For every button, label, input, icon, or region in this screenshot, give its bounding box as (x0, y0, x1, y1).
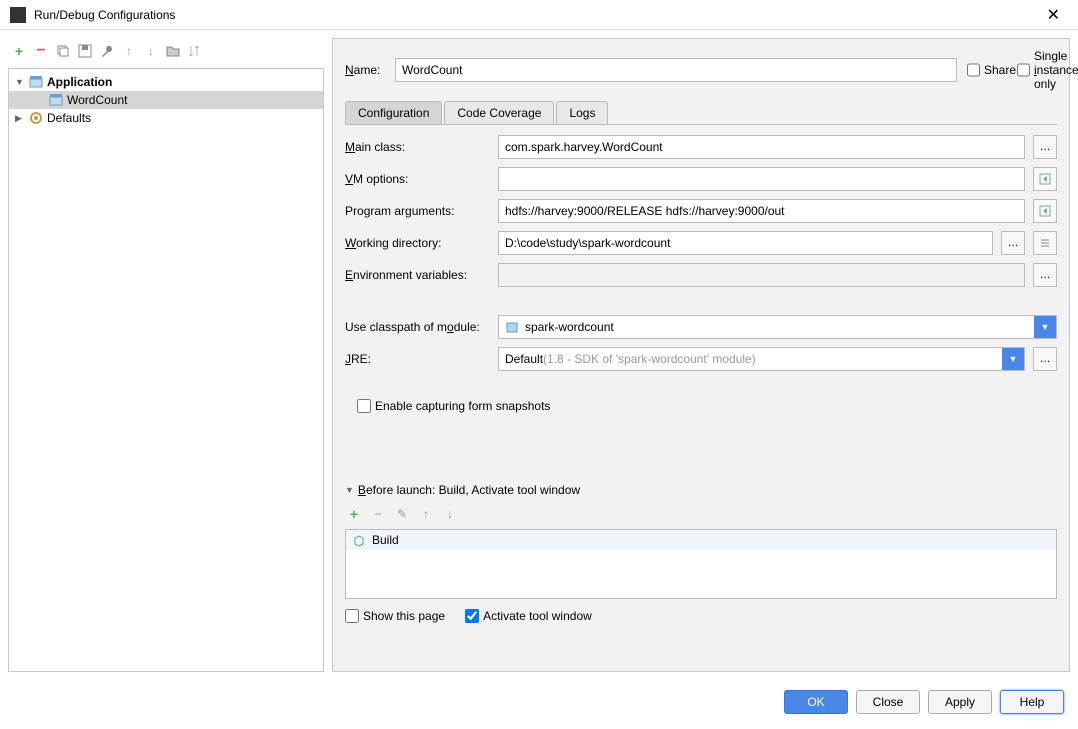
before-launch-toolbar: + − ✎ ↑ ↓ (345, 503, 1057, 529)
main-class-input[interactable] (498, 135, 1025, 159)
app-icon (10, 7, 26, 23)
snapshots-checkbox[interactable]: Enable capturing form snapshots (357, 399, 1057, 413)
expand-program-args-button[interactable] (1033, 199, 1057, 223)
module-icon (505, 320, 519, 334)
add-task-icon[interactable]: + (345, 505, 363, 523)
classpath-select[interactable]: spark-wordcount ▼ (498, 315, 1057, 339)
browse-jre-button[interactable]: … (1033, 347, 1057, 371)
remove-task-icon[interactable]: − (369, 505, 387, 523)
show-page-checkbox[interactable]: Show this page (345, 609, 445, 623)
build-icon (352, 533, 366, 547)
dialog-footer: OK Close Apply Help (0, 680, 1078, 724)
copy-config-icon[interactable] (54, 42, 72, 60)
dropdown-arrow-icon: ▼ (1034, 316, 1056, 338)
env-vars-input[interactable] (498, 263, 1025, 287)
vm-options-label: VM options: (345, 172, 490, 186)
list-working-dir-button[interactable] (1033, 231, 1057, 255)
tree-label: Defaults (47, 111, 91, 125)
single-instance-checkbox[interactable]: Single instance only (1017, 49, 1057, 91)
apply-button[interactable]: Apply (928, 690, 992, 714)
vm-options-input[interactable] (498, 167, 1025, 191)
sidebar: + − ↑ ↓ ▼ Application WordCount ▶ D (8, 38, 324, 672)
main-class-label: Main class: (345, 140, 490, 154)
tree-node-defaults[interactable]: ▶ Defaults (9, 109, 323, 127)
before-launch-list: Build (345, 529, 1057, 599)
gear-icon (29, 111, 43, 125)
browse-main-class-button[interactable]: … (1033, 135, 1057, 159)
config-form: Main class: … VM options: Program argume… (345, 135, 1057, 413)
config-panel: Name: Share Single instance only Configu… (332, 38, 1070, 672)
browse-working-dir-button[interactable]: … (1001, 231, 1025, 255)
tree-node-wordcount[interactable]: WordCount (9, 91, 323, 109)
sidebar-toolbar: + − ↑ ↓ (8, 38, 324, 68)
name-label: Name: (345, 63, 385, 77)
help-button[interactable]: Help (1000, 690, 1064, 714)
title-bar: Run/Debug Configurations ✕ (0, 0, 1078, 30)
move-down-icon[interactable]: ↓ (142, 42, 160, 60)
ok-button[interactable]: OK (784, 690, 848, 714)
remove-config-icon[interactable]: − (32, 42, 50, 60)
jre-select[interactable]: Default (1.8 - SDK of 'spark-wordcount' … (498, 347, 1025, 371)
edit-task-icon[interactable]: ✎ (393, 505, 411, 523)
name-input[interactable] (395, 58, 957, 82)
save-config-icon[interactable] (76, 42, 94, 60)
close-icon[interactable]: ✕ (1039, 5, 1068, 25)
config-tree: ▼ Application WordCount ▶ Defaults (8, 68, 324, 672)
working-dir-input[interactable] (498, 231, 993, 255)
window-title: Run/Debug Configurations (34, 8, 1039, 22)
working-dir-label: Working directory: (345, 236, 490, 250)
move-task-down-icon[interactable]: ↓ (441, 505, 459, 523)
program-args-label: Program arguments: (345, 204, 490, 218)
expander-icon: ▼ (345, 485, 354, 495)
tab-configuration[interactable]: Configuration (345, 101, 442, 124)
expand-vm-options-button[interactable] (1033, 167, 1057, 191)
tree-node-application[interactable]: ▼ Application (9, 73, 323, 91)
dropdown-arrow-icon: ▼ (1002, 348, 1024, 370)
move-up-icon[interactable]: ↑ (120, 42, 138, 60)
application-icon (49, 93, 63, 107)
expander-icon: ▼ (15, 77, 25, 87)
program-args-input[interactable] (498, 199, 1025, 223)
folder-icon[interactable] (164, 42, 182, 60)
sort-icon[interactable] (186, 42, 204, 60)
list-item[interactable]: Build (346, 530, 1056, 550)
tree-label: Application (47, 75, 112, 89)
tab-logs[interactable]: Logs (556, 101, 608, 124)
move-task-up-icon[interactable]: ↑ (417, 505, 435, 523)
application-icon (29, 75, 43, 89)
tab-code-coverage[interactable]: Code Coverage (444, 101, 554, 124)
tree-label: WordCount (67, 93, 127, 107)
before-launch-header[interactable]: ▼ Before launch: Build, Activate tool wi… (345, 483, 1057, 497)
share-checkbox[interactable]: Share (967, 63, 1007, 77)
close-button[interactable]: Close (856, 690, 920, 714)
activate-window-checkbox[interactable]: Activate tool window (465, 609, 592, 623)
jre-label: JRE: (345, 352, 490, 366)
classpath-label: Use classpath of module: (345, 320, 490, 334)
tab-bar: Configuration Code Coverage Logs (345, 101, 1057, 125)
expander-icon: ▶ (15, 113, 25, 124)
add-config-icon[interactable]: + (10, 42, 28, 60)
edit-env-vars-button[interactable]: … (1033, 263, 1057, 287)
env-vars-label: Environment variables: (345, 268, 490, 282)
wrench-icon[interactable] (98, 42, 116, 60)
